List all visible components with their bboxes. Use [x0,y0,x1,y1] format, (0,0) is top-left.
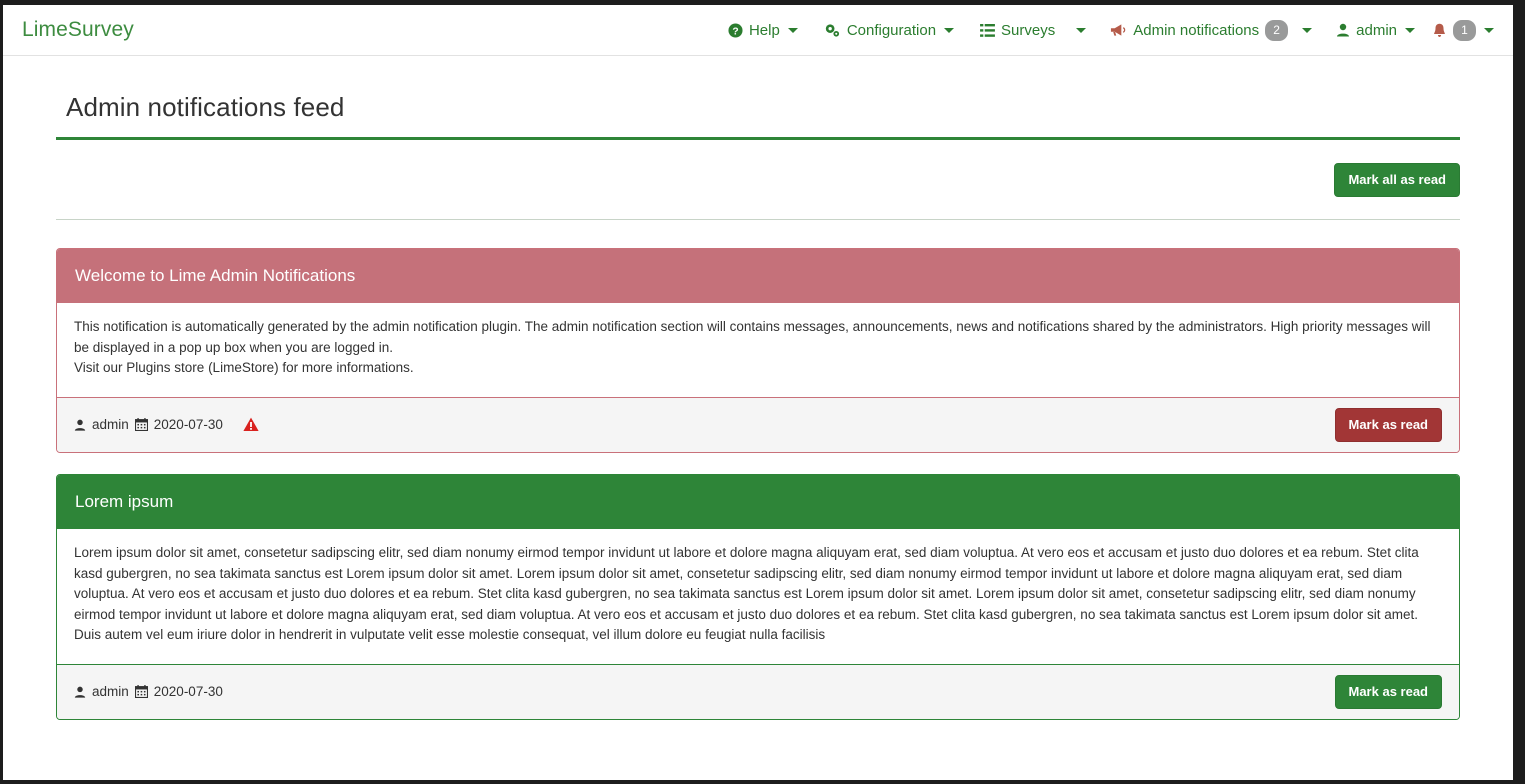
notification-author: admin [92,417,129,433]
brand-logo[interactable]: LimeSurvey [17,18,134,42]
page-viewport: LimeSurvey ? Help Configuration Surveys … [3,5,1513,780]
user-icon [74,419,86,431]
nav-item-surveys-caret[interactable] [1068,5,1097,55]
page-title: Admin notifications feed [66,92,345,122]
bell-icon [1432,23,1447,38]
bell-notifications-badge: 1 [1453,19,1476,41]
nav-item-user-label: admin [1356,21,1397,39]
page-content: Admin notifications feed Mark all as rea… [3,56,1513,720]
notification-panel: Lorem ipsum Lorem ipsum dolor sit amet, … [56,474,1460,720]
chevron-down-icon [1405,27,1415,33]
warning-triangle-icon [243,417,259,432]
notification-panel: Welcome to Lime Admin Notifications This… [56,248,1460,454]
nav-item-user-menu[interactable]: admin [1323,5,1419,55]
chevron-down-icon [1076,27,1087,33]
feed-toolbar: Mark all as read [56,140,1460,219]
nav-item-configuration[interactable]: Configuration [811,5,967,55]
notification-footer: admin 2020-07-30 Mark as read [57,663,1459,719]
notification-title: Lorem ipsum [57,475,1459,530]
top-navbar: LimeSurvey ? Help Configuration Surveys … [3,5,1513,56]
notification-title: Welcome to Lime Admin Notifications [57,249,1459,304]
notification-date: 2020-07-30 [153,684,223,700]
notification-body: Lorem ipsum dolor sit amet, consetetur s… [57,529,1459,664]
nav-item-configuration-label: Configuration [846,21,937,39]
gear-icon [824,23,841,38]
notification-footer: admin 2020-07-30 Mark as read [57,396,1459,453]
notification-body: This notification is automatically gener… [57,303,1459,397]
chevron-down-icon [1484,27,1494,33]
notification-date: 2020-07-30 [153,417,223,433]
nav-item-surveys[interactable]: Surveys [967,5,1068,55]
chevron-down-icon [787,27,798,33]
user-icon [1336,23,1350,37]
chevron-down-icon [1302,27,1313,33]
list-icon [980,23,995,37]
calendar-icon [134,418,148,432]
mark-as-read-button[interactable]: Mark as read [1334,407,1442,443]
mark-as-read-button[interactable]: Mark as read [1334,674,1442,709]
notification-body-line: This notification is automatically gener… [74,319,1431,355]
nav-item-admin-notifications[interactable]: Admin notifications 2 [1097,5,1294,55]
notification-meta: admin 2020-07-30 [74,684,223,699]
browser-window: LimeSurvey ? Help Configuration Surveys … [0,0,1525,784]
nav-item-notifications-bell[interactable]: 1 [1419,5,1507,55]
page-container: Admin notifications feed Mark all as rea… [28,56,1488,720]
megaphone-icon [1110,23,1127,37]
help-circle-icon: ? [728,22,743,38]
chevron-down-icon [944,27,955,33]
notifications-list: Welcome to Lime Admin Notifications This… [56,220,1460,720]
notification-meta: admin 2020-07-30 [74,417,259,432]
admin-notifications-badge: 2 [1265,19,1289,41]
notification-body-line: Lorem ipsum dolor sit amet, consetetur s… [74,545,1419,643]
mark-all-as-read-button[interactable]: Mark all as read [1334,163,1460,198]
nav-item-admin-notifications-label: Admin notifications [1133,21,1260,39]
notification-author: admin [92,684,129,700]
nav-item-help[interactable]: ? Help [715,5,811,55]
nav-item-surveys-label: Surveys [1001,21,1056,39]
user-icon [74,686,86,698]
svg-text:?: ? [732,26,738,37]
notification-body-line: Visit our Plugins store (LimeStore) for … [74,360,414,376]
nav-item-help-label: Help [748,21,780,39]
navbar-right-menu: ? Help Configuration Surveys Admin notif… [715,5,1507,55]
calendar-icon [134,685,148,699]
nav-item-admin-notifications-caret[interactable] [1294,5,1323,55]
